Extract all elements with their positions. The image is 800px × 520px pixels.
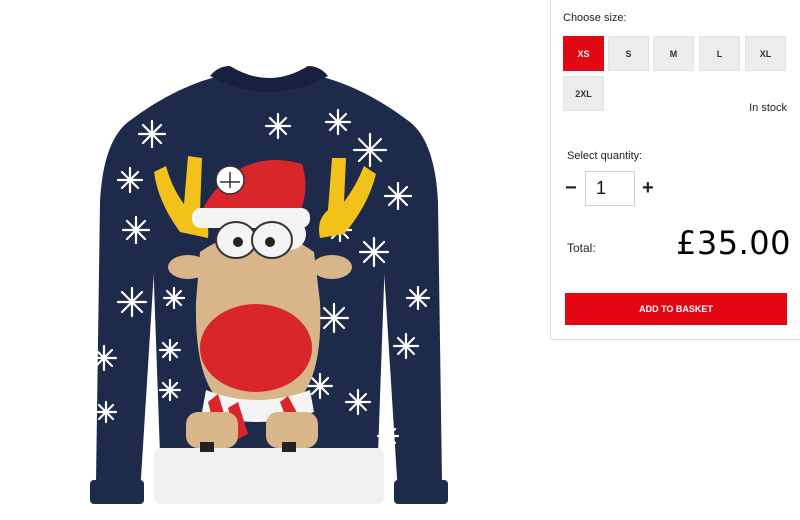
quantity-decrease-button[interactable]: − <box>565 178 577 198</box>
stock-status: In stock <box>749 102 787 114</box>
product-page: Choose size: XS S M L XL 2XL In stock Se… <box>0 0 800 520</box>
size-option-s[interactable]: S <box>608 36 649 71</box>
add-to-basket-button[interactable]: ADD TO BASKET <box>565 293 787 325</box>
size-option-l[interactable]: L <box>699 36 740 71</box>
total-label: Total: <box>567 241 596 255</box>
size-label: Choose size: <box>563 12 627 24</box>
size-option-xl[interactable]: XL <box>745 36 786 71</box>
total-price: £35.00 <box>676 224 791 262</box>
quantity-input[interactable] <box>585 171 635 206</box>
size-option-xs[interactable]: XS <box>563 36 604 71</box>
quantity-label: Select quantity: <box>567 150 643 162</box>
quantity-increase-button[interactable]: + <box>642 178 654 198</box>
purchase-panel: Choose size: XS S M L XL 2XL In stock Se… <box>550 0 800 340</box>
size-option-m[interactable]: M <box>653 36 694 71</box>
size-option-2xl[interactable]: 2XL <box>563 76 604 111</box>
product-image <box>90 66 448 504</box>
